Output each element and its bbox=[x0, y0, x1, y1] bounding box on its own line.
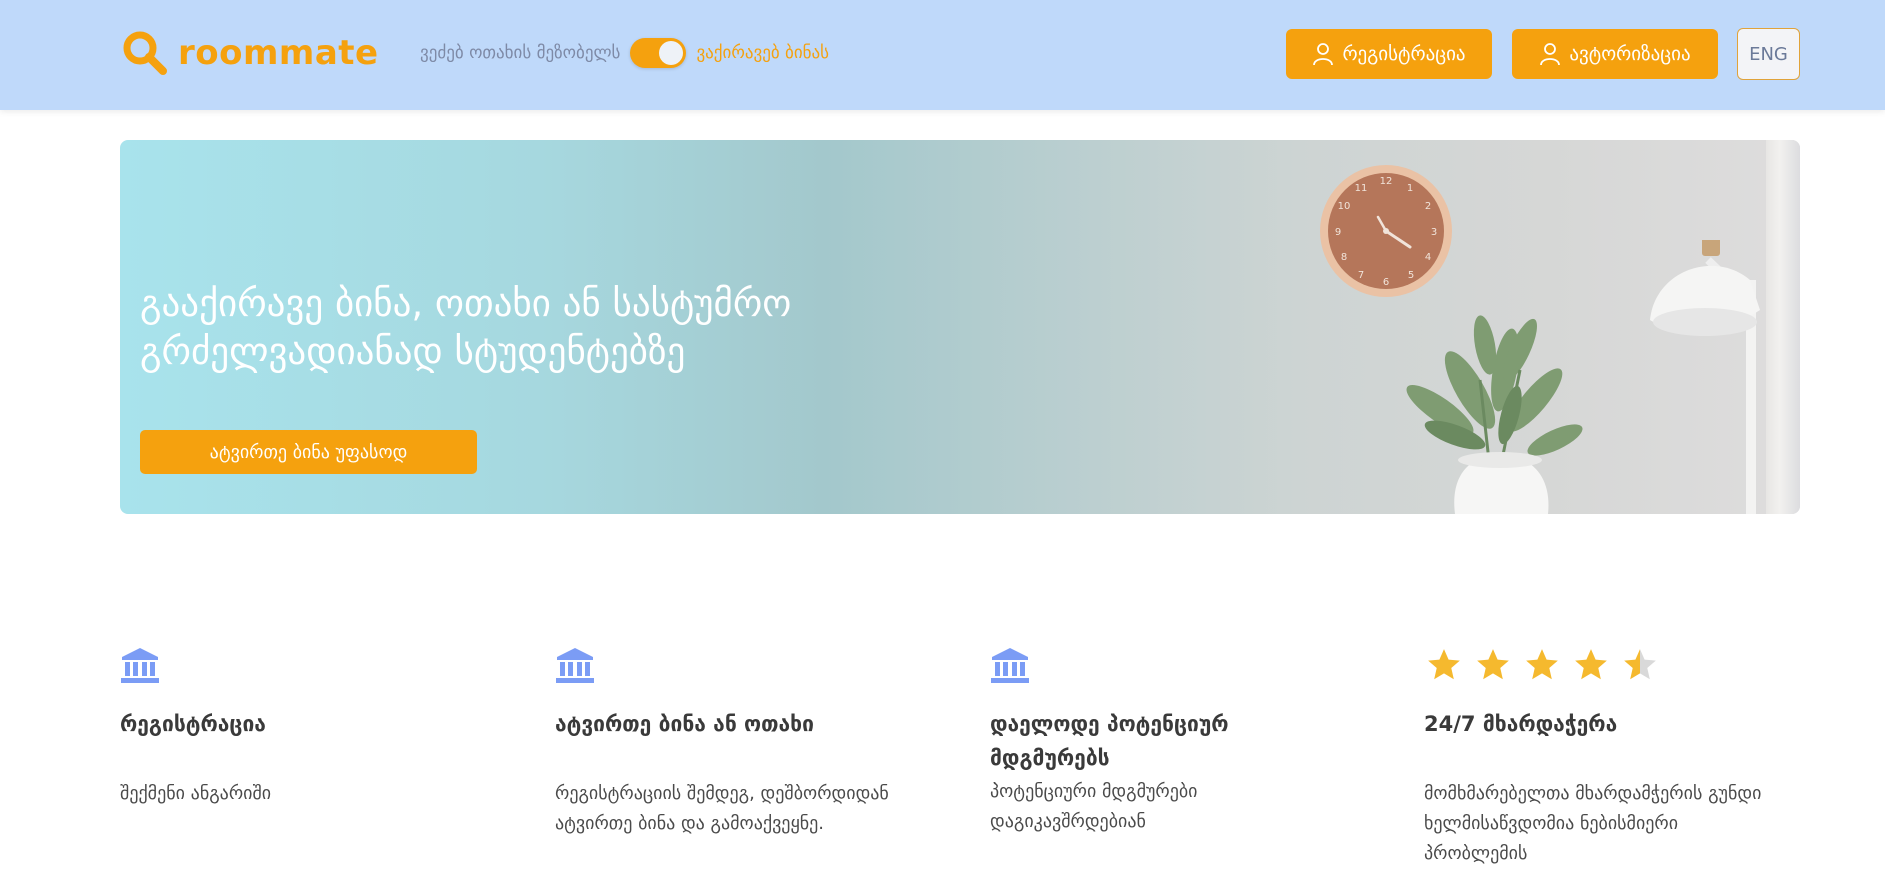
feature-title: რეგისტრაცია bbox=[120, 712, 266, 736]
feature-description: შექმენი ანგარიში bbox=[120, 783, 272, 804]
hero-banner: 12 1 2 3 4 5 6 7 8 9 10 11 გააქირავე ბინ… bbox=[120, 140, 1800, 514]
language-button[interactable]: ENG bbox=[1737, 28, 1800, 80]
bank-icon bbox=[121, 648, 159, 683]
hero-title-line2: გრძელვადიანად სტუდენტებზე bbox=[140, 330, 686, 373]
star-icon bbox=[1477, 649, 1509, 680]
logo-text: roommate bbox=[178, 33, 379, 73]
toggle-knob bbox=[659, 41, 684, 65]
register-label: რეგისტრაცია bbox=[1342, 43, 1466, 65]
magnifier-logo-icon bbox=[123, 31, 167, 75]
feature-card-upload: ატვირთე ბინა ან ოთახი რეგისტრაციის შემდე… bbox=[555, 645, 915, 834]
mode-switch: ვეძებ ოთახის მეზობელს ვაქირავებ ბინას bbox=[420, 38, 829, 68]
login-label: ავტორიზაცია bbox=[1569, 43, 1691, 65]
feature-description: რეგისტრაციის შემდეგ, დეშბორდიდან ატვირთე… bbox=[555, 783, 889, 834]
svg-text:9: 9 bbox=[1335, 227, 1341, 238]
star-icon bbox=[1526, 649, 1558, 680]
feature-title: ატვირთე ბინა ან ოთახი bbox=[555, 712, 814, 736]
feature-card-wait: დაელოდე პოტენციურ მდგმურებს პოტენციური მ… bbox=[990, 645, 1350, 832]
user-icon bbox=[1540, 43, 1561, 66]
mode-seeker-label[interactable]: ვეძებ ოთახის მეზობელს bbox=[420, 43, 620, 63]
user-icon bbox=[1313, 43, 1334, 66]
svg-text:12: 12 bbox=[1380, 176, 1393, 187]
feature-title: 24/7 მხარდაჭერა bbox=[1424, 712, 1618, 736]
mode-toggle[interactable] bbox=[630, 38, 687, 68]
star-icon bbox=[1428, 649, 1460, 680]
svg-text:2: 2 bbox=[1425, 201, 1431, 212]
plant-and-lamp-image bbox=[1406, 240, 1760, 514]
svg-text:1: 1 bbox=[1407, 183, 1413, 194]
upload-apartment-button[interactable]: ატვირთე ბინა უფასოდ bbox=[140, 430, 477, 474]
hero-title-line1: გააქირავე ბინა, ოთახი ან სასტუმრო bbox=[140, 282, 792, 325]
svg-text:10: 10 bbox=[1338, 201, 1351, 212]
logo[interactable]: roommate bbox=[120, 28, 379, 78]
star-icon bbox=[1575, 649, 1607, 680]
top-navbar: roommate ვეძებ ოთახის მეზობელს ვაქირავებ… bbox=[0, 0, 1885, 110]
svg-text:3: 3 bbox=[1431, 227, 1437, 238]
login-button[interactable]: ავტორიზაცია bbox=[1512, 29, 1718, 79]
svg-text:11: 11 bbox=[1355, 183, 1368, 194]
bank-icon bbox=[991, 648, 1029, 683]
star-rating-icon bbox=[1424, 646, 1660, 684]
features-section: რეგისტრაცია შექმენი ანგარიში ატვირთე ბინ… bbox=[120, 645, 1800, 873]
star-half-icon bbox=[1624, 649, 1656, 680]
feature-title: დაელოდე პოტენციურ მდგმურებს bbox=[990, 712, 1229, 770]
mode-landlord-label[interactable]: ვაქირავებ ბინას bbox=[696, 43, 829, 63]
feature-description: პოტენციური მდგმურები დაგიკავშრდებიან bbox=[990, 781, 1198, 832]
feature-card-registration: რეგისტრაცია შექმენი ანგარიში bbox=[120, 645, 480, 804]
hero-title: გააქირავე ბინა, ოთახი ან სასტუმრო გრძელვ… bbox=[140, 280, 960, 376]
feature-description: მომხმარებელთა მხარდამჭერის გუნდი ხელმისა… bbox=[1424, 783, 1762, 864]
feature-card-support: 24/7 მხარდაჭერა მომხმარებელთა მხარდამჭერ… bbox=[1424, 645, 1784, 864]
bank-icon bbox=[556, 648, 594, 683]
register-button[interactable]: რეგისტრაცია bbox=[1286, 29, 1492, 79]
